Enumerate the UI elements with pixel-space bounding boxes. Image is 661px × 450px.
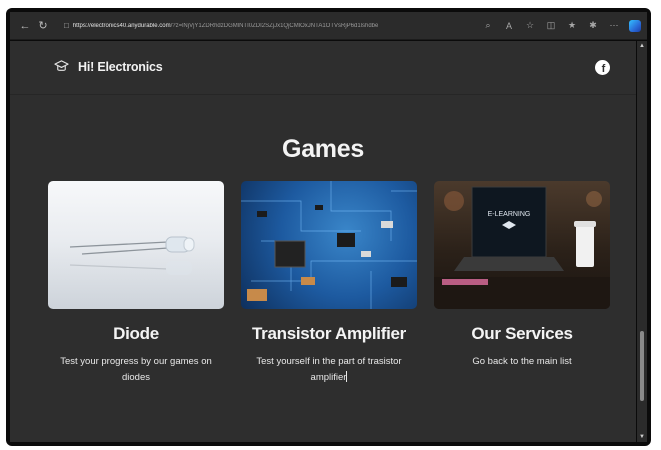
brand-name: Hi! Electronics	[78, 59, 163, 74]
zoom-icon[interactable]: ⌕	[482, 20, 494, 31]
url-text: https://electronics40.anydurable.com/?z=…	[73, 23, 379, 29]
favorites-icon[interactable]: ★	[566, 20, 578, 31]
card-description: Test your progress by our games on diode…	[60, 356, 212, 383]
diode-image[interactable]	[48, 181, 224, 309]
read-aloud-icon[interactable]: A	[503, 21, 515, 31]
text-caret	[346, 371, 348, 382]
scroll-down-icon[interactable]: ▼	[639, 434, 645, 440]
brand-link[interactable]: Hi! Electronics	[54, 59, 163, 74]
card-title[interactable]: Our Services	[434, 324, 610, 344]
browser-window: ← ↻ □ https://electronics40.anydurable.c…	[6, 8, 651, 446]
url-domain: https://electronics40.anydurable.com	[72, 22, 171, 29]
more-menu-icon[interactable]: ⋯	[608, 20, 620, 31]
copilot-icon[interactable]	[629, 19, 641, 32]
card-title[interactable]: Diode	[48, 324, 224, 344]
card-transistor-amplifier: Transistor Amplifier Test yourself in th…	[241, 181, 417, 386]
refresh-icon[interactable]: ↻	[34, 19, 52, 32]
section-title: Games	[282, 135, 364, 163]
card-our-services: E-LEARNING Our Services Go back to the m…	[434, 181, 610, 370]
graduation-cap-icon	[54, 60, 69, 71]
card-diode: Diode Test your progress by our games on…	[48, 181, 224, 386]
card-description: Test yourself in the part of trasistor a…	[249, 354, 409, 386]
scroll-up-icon[interactable]: ▲	[639, 43, 645, 49]
site-header: Hi! Electronics f	[10, 41, 636, 95]
page-viewport: Hi! Electronics f Games Diode Test your …	[10, 41, 636, 442]
back-arrow-icon[interactable]: ←	[16, 20, 34, 32]
split-screen-icon[interactable]: ◫	[545, 20, 557, 31]
pcb-illustration	[241, 181, 417, 309]
card-description-text: Test yourself in the part of trasistor a…	[256, 356, 402, 383]
url-path: /?z=lNjVjY1ZDRhdzDGMlNTI0ZDI2SZjJx1QjCMl…	[170, 22, 379, 29]
facebook-icon[interactable]: f	[595, 60, 610, 75]
elearning-laptop-image[interactable]: E-LEARNING	[434, 181, 610, 309]
browser-tools: ⌕ A ☆ ◫ ★ ✱ ⋯	[482, 19, 641, 32]
favorite-star-icon[interactable]: ☆	[524, 20, 536, 31]
laptop-illustration: E-LEARNING	[434, 186, 610, 309]
card-description: Go back to the main list	[472, 356, 572, 367]
scroll-thumb[interactable]	[640, 331, 644, 401]
facebook-glyph: f	[601, 62, 606, 75]
lock-icon: □	[64, 21, 69, 30]
vertical-scrollbar[interactable]: ▲ ▼	[637, 41, 647, 442]
browser-toolbar: ← ↻ □ https://electronics40.anydurable.c…	[10, 12, 647, 40]
circuit-board-image[interactable]	[241, 181, 417, 309]
card-title[interactable]: Transistor Amplifier	[241, 324, 417, 344]
screen-text: E-LEARNING	[488, 211, 531, 218]
diode-illustration	[69, 236, 195, 275]
address-bar[interactable]: □ https://electronics40.anydurable.com/?…	[58, 17, 478, 35]
extensions-icon[interactable]: ✱	[587, 20, 599, 31]
